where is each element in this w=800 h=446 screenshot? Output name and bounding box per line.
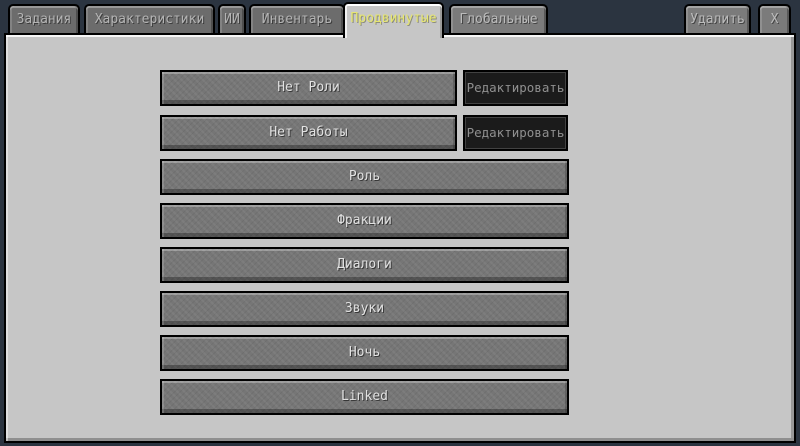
tab-delete[interactable]: Удалить [684,4,751,33]
tab-ai[interactable]: ИИ [218,4,246,33]
role-button[interactable]: Роль [160,159,569,195]
tab-inventory[interactable]: Инвентарь [249,4,345,33]
edit-role-button[interactable]: Редактировать [463,70,568,106]
job-status-button[interactable]: Нет Работы [160,115,457,151]
tab-tasks[interactable]: Задания [8,4,80,33]
sounds-button[interactable]: Звуки [160,291,569,327]
tab-close[interactable]: X [758,4,791,33]
role-status-button[interactable]: Нет Роли [160,70,457,106]
tab-stats[interactable]: Характеристики [84,4,215,33]
night-button[interactable]: Ночь [160,335,569,371]
edit-job-button[interactable]: Редактировать [463,115,568,151]
linked-button[interactable]: Linked [160,379,569,415]
npc-editor-screen: Задания Характеристики ИИ Инвентарь Прод… [0,0,800,446]
dialogs-button[interactable]: Диалоги [160,247,569,283]
tab-advanced[interactable]: Продвинутые [343,2,444,38]
tab-global[interactable]: Глобальные [449,4,548,33]
factions-button[interactable]: Фракции [160,203,569,239]
